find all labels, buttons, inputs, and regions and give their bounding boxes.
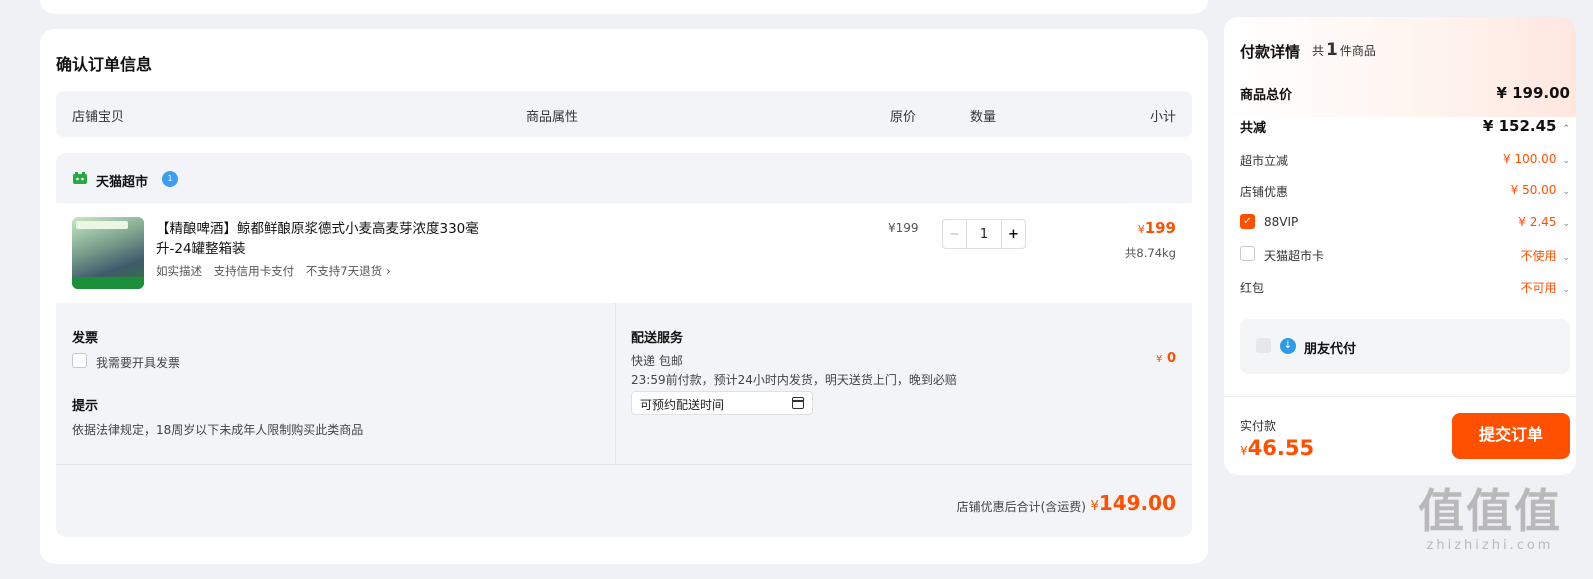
discount-store-row[interactable]: 店铺优惠 ¥ 50.00 ⌄ bbox=[1240, 183, 1570, 200]
chevron-down-icon: ⌄ bbox=[1562, 285, 1570, 295]
table-header: 店铺宝贝 商品属性 原价 数量 小计 bbox=[56, 91, 1192, 137]
tmall-card-checkbox[interactable] bbox=[1240, 246, 1255, 261]
decrease-button[interactable]: − bbox=[943, 220, 967, 248]
tag-no-return[interactable]: 不支持7天退货 › bbox=[306, 264, 399, 278]
watermark: 值值值 zhizhizhi.com bbox=[1418, 486, 1562, 553]
chevron-down-icon: ⌄ bbox=[1562, 219, 1570, 229]
check-icon[interactable]: ✓ bbox=[1240, 214, 1255, 229]
delivery-heading: 配送服务 bbox=[631, 331, 684, 346]
store-section: 天猫超市 1 【精酿啤酒】鲸都鲜酿原浆德式小麦高麦芽浓度330毫升-24罐整箱装… bbox=[56, 153, 1192, 537]
friend-pay-option[interactable]: ↓ 朋友代付 bbox=[1240, 319, 1570, 374]
chevron-down-icon: ⌄ bbox=[1562, 156, 1570, 166]
item-subtotal: ¥199 bbox=[1137, 219, 1176, 237]
item-count: 共 1 件商品 bbox=[1312, 40, 1376, 60]
notice-text: 依据法律规定，18周岁以下未成年人限制购买此类商品 bbox=[72, 423, 364, 437]
tag-as-described: 如实描述 bbox=[156, 264, 202, 278]
quantity-stepper: − 1 + bbox=[942, 219, 1026, 249]
friend-pay-checkbox[interactable] bbox=[1256, 338, 1271, 353]
chevron-down-icon: ⌄ bbox=[1562, 187, 1570, 197]
chevron-down-icon: ⌄ bbox=[1562, 253, 1570, 263]
invoice-heading: 发票 bbox=[72, 331, 99, 346]
shipping-price: ¥ 0 bbox=[1156, 351, 1176, 366]
invoice-option-label[interactable]: 我需要开具发票 bbox=[96, 354, 180, 371]
red-packet-row[interactable]: 红包 不可用 ⌄ bbox=[1240, 279, 1570, 296]
tmall-logo-icon bbox=[73, 172, 87, 184]
goods-total-row: 商品总价 ¥ 199.00 bbox=[1240, 84, 1570, 103]
watermark-logo: 值值值 bbox=[1418, 484, 1562, 538]
header-subtotal: 小计 bbox=[1149, 110, 1176, 125]
paid-label: 实付款 bbox=[1240, 419, 1277, 433]
product-row: 【精酿啤酒】鲸都鲜酿原浆德式小麦高麦芽浓度330毫升-24罐整箱装 如实描述 支… bbox=[56, 203, 1192, 303]
store-footer: 店铺优惠后合计(含运费) ¥149.00 bbox=[56, 464, 1192, 537]
store-header: 天猫超市 1 bbox=[56, 153, 1192, 203]
product-title[interactable]: 【精酿啤酒】鲸都鲜酿原浆德式小麦高麦芽浓度330毫升-24罐整箱装 bbox=[156, 219, 496, 259]
delivery-method: 快递 包邮 bbox=[631, 354, 683, 368]
header-price: 原价 bbox=[890, 110, 917, 125]
service-section: 发票 我需要开具发票 提示 依据法律规定，18周岁以下未成年人限制购买此类商品 … bbox=[56, 303, 1192, 464]
calendar-icon bbox=[792, 397, 804, 409]
delivery-time-input[interactable]: 可预约配送时间 bbox=[631, 391, 813, 415]
header-store-item: 店铺宝贝 bbox=[72, 110, 125, 125]
store-name[interactable]: 天猫超市 bbox=[96, 171, 148, 190]
tmall-card-row[interactable]: 天猫超市卡 不使用 ⌄ bbox=[1240, 246, 1570, 264]
product-tags: 如实描述 支持信用卡支付 不支持7天退货 › bbox=[156, 263, 407, 279]
friend-pay-icon: ↓ bbox=[1280, 338, 1296, 354]
page-title: 确认订单信息 bbox=[56, 55, 153, 74]
chevron-up-icon: ⌃ bbox=[1562, 124, 1570, 134]
chevron-right-icon: › bbox=[386, 264, 391, 278]
friend-pay-label: 朋友代付 bbox=[1304, 342, 1357, 357]
discount-row[interactable]: 共减 ¥ 152.45 ⌃ bbox=[1240, 117, 1570, 136]
notice-heading: 提示 bbox=[72, 399, 99, 414]
increase-button[interactable]: + bbox=[1001, 220, 1025, 248]
payment-panel: 付款详情 共 1 件商品 商品总价 ¥ 199.00 共减 ¥ 152.45 ⌃ 超市… bbox=[1224, 17, 1576, 475]
payment-title: 付款详情 bbox=[1240, 43, 1301, 61]
divider bbox=[615, 303, 616, 464]
store-total-label: 店铺优惠后合计(含运费) bbox=[956, 500, 1086, 514]
delivery-detail: 23:59前付款，预计24小时内发货，明天送货上门，晚到必赔 bbox=[631, 373, 957, 387]
divider bbox=[1224, 396, 1576, 397]
invoice-checkbox[interactable] bbox=[72, 353, 87, 368]
store-total: ¥149.00 bbox=[1090, 491, 1176, 515]
watermark-url: zhizhizhi.com bbox=[1426, 538, 1554, 553]
product-image[interactable] bbox=[72, 217, 144, 289]
quantity-value[interactable]: 1 bbox=[967, 220, 1001, 248]
previous-card bbox=[40, 0, 1208, 14]
discount-supermarket-row[interactable]: 超市立减 ¥ 100.00 ⌄ bbox=[1240, 152, 1570, 169]
order-confirm-card: 确认订单信息 店铺宝贝 商品属性 原价 数量 小计 天猫超市 1 【精酿啤酒】鲸… bbox=[40, 29, 1208, 564]
item-weight: 共8.74kg bbox=[1124, 246, 1176, 260]
original-price: ¥199 bbox=[888, 221, 919, 235]
store-badge-icon: 1 bbox=[162, 171, 178, 187]
discount-88vip-row[interactable]: ✓ 88VIP ¥ 2.45 ⌄ bbox=[1240, 214, 1570, 229]
tag-credit-card: 支持信用卡支付 bbox=[213, 264, 295, 278]
header-quantity: 数量 bbox=[970, 110, 997, 125]
submit-order-button[interactable]: 提交订单 bbox=[1452, 413, 1570, 459]
header-attributes: 商品属性 bbox=[526, 110, 579, 125]
paid-amount: ¥46.55 bbox=[1240, 436, 1315, 460]
